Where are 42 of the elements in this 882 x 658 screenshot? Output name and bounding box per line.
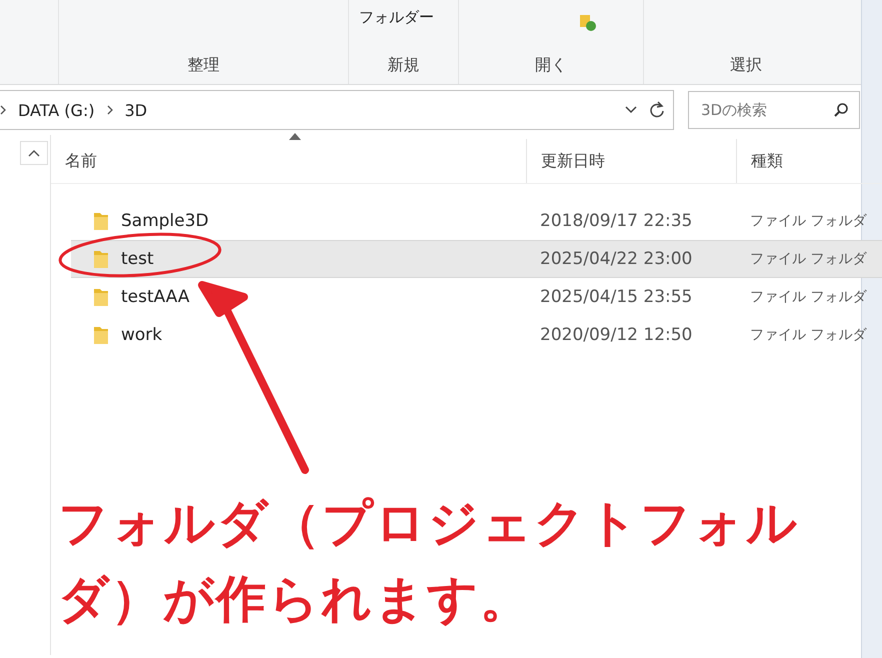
dropdown-icon[interactable] [625, 106, 637, 114]
modified-date: 2025/04/15 23:55 [539, 287, 694, 307]
breadcrumb[interactable]: DATA (G:) [18, 100, 95, 120]
ribbon-group-label: 選択 [729, 55, 763, 76]
folder-icon [93, 287, 109, 307]
address-bar[interactable]: DATA (G:) 3D [0, 90, 674, 130]
ribbon-group-label: 整理 [186, 55, 220, 76]
annotation-text: フォルダ（プロジェクトフォルダ）が作られます。 [58, 493, 800, 630]
modified-date: 2018/09/17 22:35 [539, 211, 694, 231]
chevron-icon [0, 105, 6, 115]
search-icon [833, 102, 849, 118]
file-name: work [121, 325, 162, 345]
file-row[interactable]: test 2025/04/22 23:00 ファイル フォルダ [71, 240, 882, 278]
file-row[interactable]: work 2020/09/12 12:50 ファイル フォルダ [71, 316, 882, 354]
chevron-icon [106, 105, 113, 115]
caret-up-icon [28, 149, 40, 157]
file-row[interactable]: testAAA 2025/04/15 23:55 ファイル フォルダ [71, 278, 882, 316]
folder-icon [93, 211, 109, 231]
modified-date: 2025/04/22 23:00 [539, 249, 694, 269]
column-header[interactable]: 名前 [51, 139, 526, 183]
ribbon-group-label: 開く [534, 55, 568, 76]
folder-icon [93, 249, 109, 269]
folder-icon [93, 325, 109, 345]
modified-date: 2020/09/12 12:50 [539, 325, 694, 345]
sort-arrow-icon [289, 133, 301, 140]
file-name: testAAA [121, 287, 190, 307]
ribbon-group-label: 新規 [386, 55, 420, 76]
file-type: ファイル フォルダ [749, 212, 868, 230]
file-name: test [121, 249, 154, 269]
file-type: ファイル フォルダ [749, 250, 868, 268]
file-type: ファイル フォルダ [749, 326, 868, 344]
search-field[interactable]: 3Dの検索 [688, 91, 860, 129]
column-header[interactable]: 更新日時 [526, 139, 736, 183]
file-name: Sample3D [121, 211, 209, 231]
file-row[interactable]: Sample3D 2018/09/17 22:35 ファイル フォルダ [71, 202, 882, 240]
column-header[interactable]: 種類 [736, 139, 882, 183]
ribbon-button-label[interactable]: フォルダー [359, 8, 434, 27]
refresh-icon[interactable] [649, 101, 665, 119]
file-type: ファイル フォルダ [749, 288, 868, 306]
breadcrumb[interactable]: 3D [124, 100, 148, 120]
scroll-up-button[interactable] [20, 141, 48, 165]
open-icon [579, 14, 597, 32]
